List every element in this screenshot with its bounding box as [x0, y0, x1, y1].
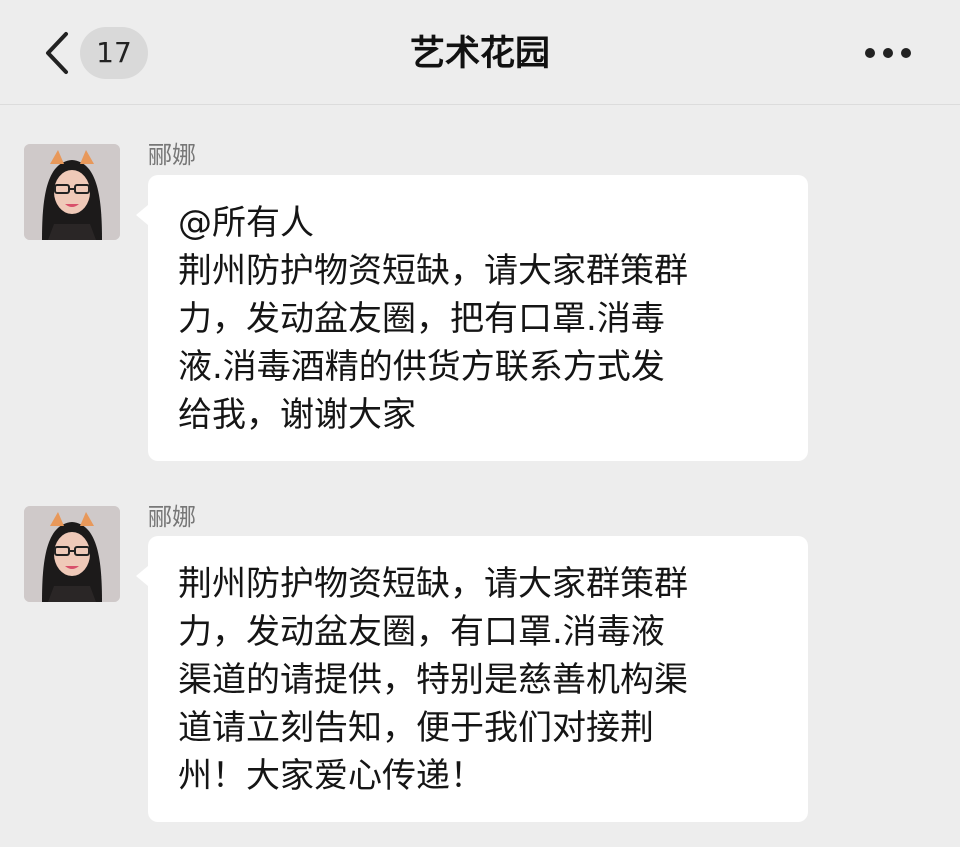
chat-header: 17 艺术花园	[0, 0, 960, 105]
message-text: @所有人 荆州防护物资短缺，请大家群策群 力，发动盆友圈，把有口罩.消毒 液.消…	[178, 203, 688, 435]
unread-count-badge[interactable]: 17	[80, 27, 148, 79]
message-bubble[interactable]: @所有人 荆州防护物资短缺，请大家群策群 力，发动盆友圈，把有口罩.消毒 液.消…	[136, 175, 808, 461]
sender-photo	[24, 506, 120, 602]
sender-name: 郦娜	[148, 141, 196, 169]
chevron-left-icon	[46, 32, 68, 74]
more-horizontal-icon	[865, 48, 911, 58]
sender-name: 郦娜	[148, 503, 196, 531]
message-bubble[interactable]: 荆州防护物资短缺，请大家群策群 力，发动盆友圈，有口罩.消毒液 渠道的请提供，特…	[136, 536, 808, 822]
back-button[interactable]	[38, 30, 78, 76]
avatar[interactable]	[24, 144, 120, 240]
avatar[interactable]	[24, 506, 120, 602]
more-options-button[interactable]	[862, 38, 914, 68]
sender-photo	[24, 144, 120, 240]
message-text: 荆州防护物资短缺，请大家群策群 力，发动盆友圈，有口罩.消毒液 渠道的请提供，特…	[178, 564, 688, 796]
